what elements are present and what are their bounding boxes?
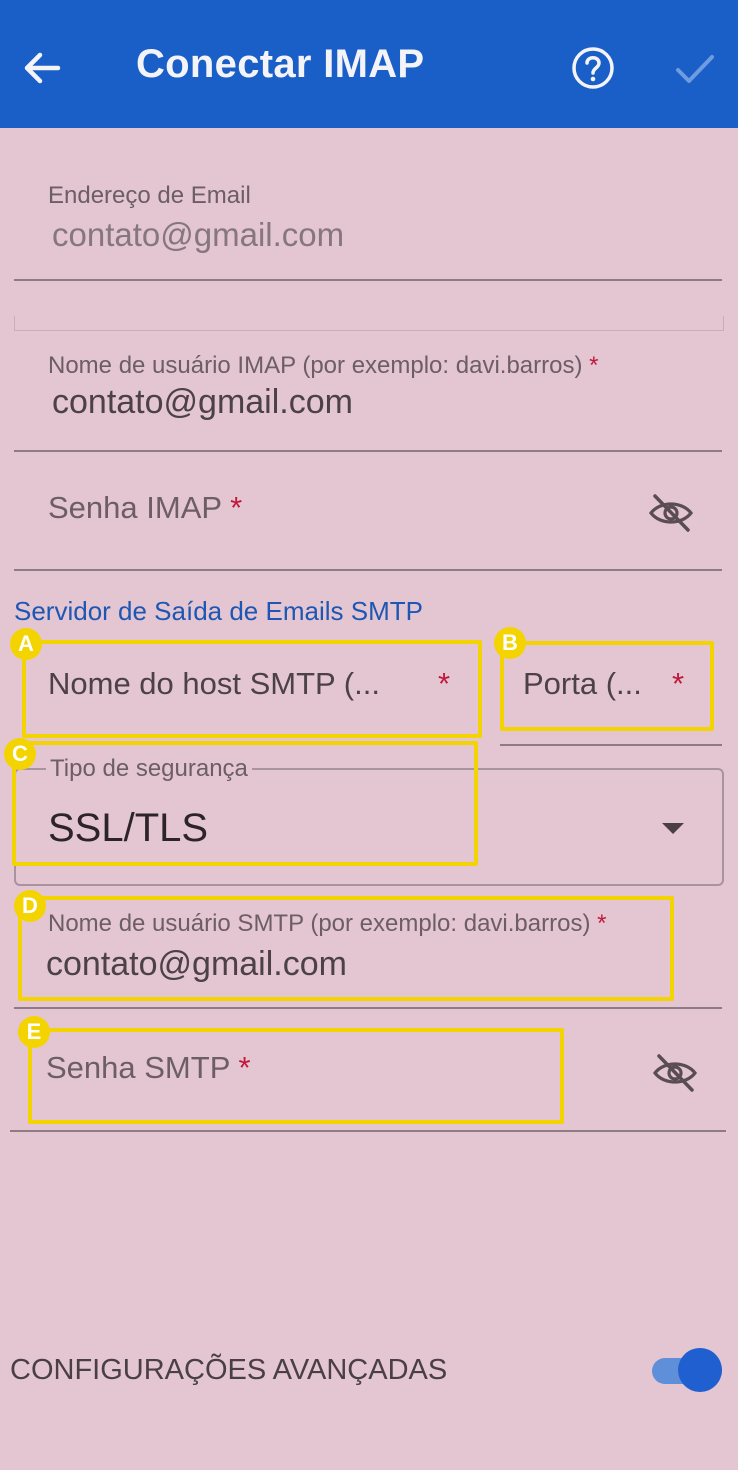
imap-username-underline <box>14 450 722 452</box>
advanced-settings-label: CONFIGURAÇÕES AVANÇADAS <box>10 1354 448 1386</box>
smtp-password-underline <box>10 1130 726 1132</box>
highlight-box-b <box>500 641 714 731</box>
help-circle-icon <box>572 47 614 89</box>
top-app-bar: Conectar IMAP <box>0 0 738 128</box>
badge-d: D <box>14 890 46 922</box>
check-icon <box>676 55 714 83</box>
imap-password-label: Senha IMAP * <box>48 490 243 525</box>
smtp-section-title: Servidor de Saída de Emails SMTP <box>14 596 423 626</box>
imap-password-underline <box>14 569 722 571</box>
confirm-button[interactable] <box>672 46 718 92</box>
back-button[interactable] <box>18 44 66 92</box>
imap-username-value: contato@gmail.com <box>52 383 353 421</box>
badge-a: A <box>10 628 42 660</box>
badge-c: C <box>4 738 36 770</box>
smtp-password-visibility-toggle[interactable] <box>650 1048 700 1098</box>
smtp-port-underline <box>500 744 722 746</box>
eye-off-icon <box>648 494 694 532</box>
arrow-left-icon <box>24 52 61 84</box>
email-underline <box>14 279 722 281</box>
help-button[interactable] <box>570 45 616 91</box>
badge-b: B <box>494 627 526 659</box>
advanced-settings-toggle[interactable] <box>650 1346 726 1394</box>
eye-off-icon <box>652 1054 698 1092</box>
email-value: contato@gmail.com <box>52 216 345 253</box>
highlight-box-c <box>12 741 478 866</box>
imap-password-visibility-toggle[interactable] <box>646 488 696 538</box>
toggle-knob <box>678 1348 722 1392</box>
smtp-username-underline <box>14 1007 722 1009</box>
highlight-box-d <box>18 896 674 1001</box>
highlight-box-e <box>28 1028 564 1124</box>
page-title: Conectar IMAP <box>136 42 425 86</box>
highlight-box-a <box>22 640 482 738</box>
dropdown-arrow-icon[interactable] <box>660 820 686 836</box>
divider <box>14 316 724 331</box>
badge-e: E <box>18 1016 50 1048</box>
email-label: Endereço de Email <box>48 182 251 209</box>
imap-username-label: Nome de usuário IMAP (por exemplo: davi.… <box>48 352 599 379</box>
